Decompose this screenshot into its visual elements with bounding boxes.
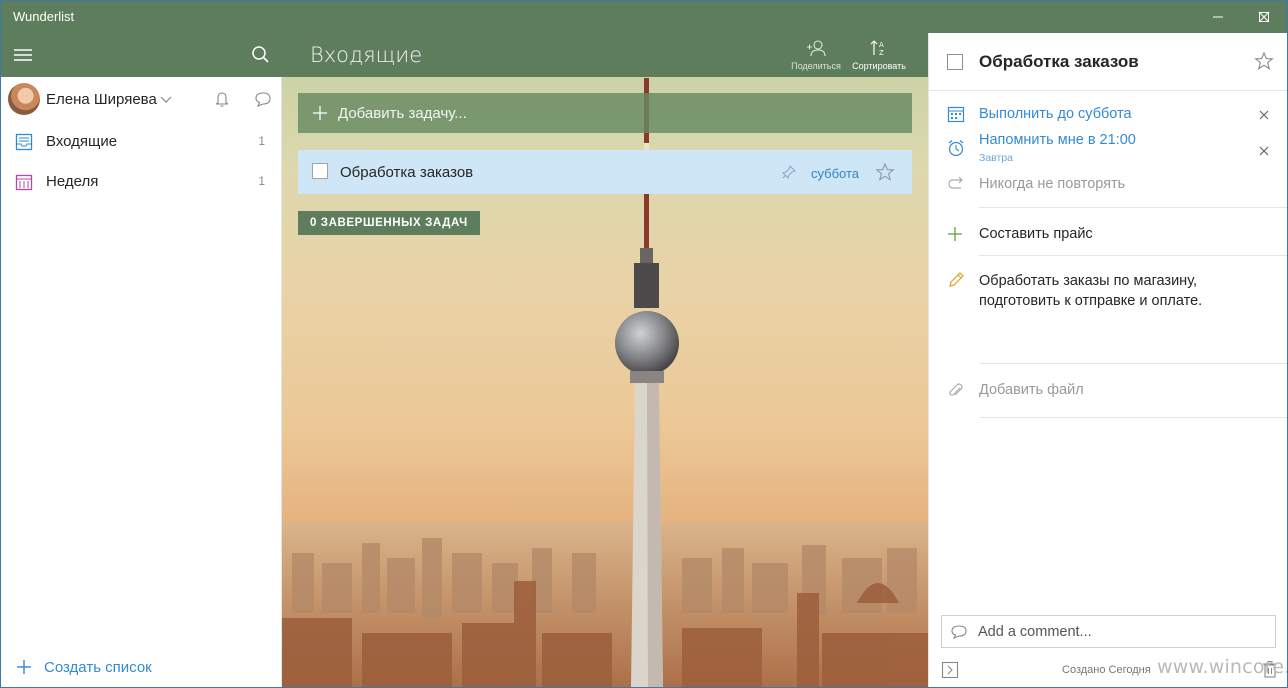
repeat-icon <box>947 176 965 195</box>
app-window: Wunderlist Елена Ширяева Входящие 1 Неде… <box>0 0 1288 688</box>
bell-icon[interactable] <box>212 89 232 109</box>
title-bar: Wunderlist <box>1 1 1287 33</box>
sidebar-item-label: Неделя <box>46 173 99 190</box>
task-detail-panel: Обработка заказов Выполнить до суббота Н… <box>928 33 1287 687</box>
comment-input[interactable] <box>978 622 1268 642</box>
task-row[interactable]: Обработка заказов суббота <box>298 150 912 194</box>
minimize-button[interactable] <box>1195 1 1241 33</box>
task-checkbox[interactable] <box>312 163 328 179</box>
collapse-panel-icon[interactable] <box>941 661 959 682</box>
paperclip-icon <box>947 382 965 403</box>
chat-bubble-icon[interactable] <box>253 89 273 109</box>
sidebar-item-count: 1 <box>258 134 265 148</box>
subtask-label: Составить прайс <box>979 226 1093 242</box>
restore-spacer <box>1149 1 1195 33</box>
note-text: Обработать заказы по магазину, подготови… <box>979 273 1203 309</box>
detail-task-title[interactable]: Обработка заказов <box>979 52 1139 72</box>
add-task-label: Добавить задачу... <box>338 105 467 122</box>
sort-label: Сортировать <box>852 61 906 71</box>
completed-tasks-button[interactable]: 0 ЗАВЕРШЕННЫХ ЗАДАЧ <box>298 211 480 235</box>
avatar[interactable] <box>8 83 40 115</box>
add-file-row[interactable]: Добавить файл <box>929 379 1287 403</box>
subtask-row[interactable]: Составить прайс <box>929 223 1287 247</box>
share-button[interactable]: Поделиться <box>785 39 847 75</box>
close-icon[interactable] <box>1258 108 1270 124</box>
pencil-icon <box>947 271 965 292</box>
sidebar-item-count: 1 <box>258 174 265 188</box>
sort-button[interactable]: AZ Сортировать <box>848 39 910 75</box>
comment-icon <box>950 624 968 643</box>
list-title: Входящие <box>310 43 423 67</box>
repeat-row[interactable]: Никогда не повторять <box>929 173 1287 197</box>
list-header: Входящие Поделиться AZ Сортировать <box>282 33 928 77</box>
divider <box>979 207 1287 208</box>
divider <box>979 255 1287 256</box>
add-file-label: Добавить файл <box>979 382 1084 398</box>
sidebar-item-inbox[interactable]: Входящие 1 <box>1 122 282 162</box>
calendar-icon <box>947 105 965 126</box>
add-task-input[interactable]: Добавить задачу... <box>298 93 912 133</box>
svg-text:A: A <box>879 41 884 49</box>
star-icon[interactable] <box>1254 51 1274 74</box>
reminder-label: Напомнить мне в 21:00 <box>979 132 1136 148</box>
task-list-panel: Входящие Поделиться AZ Сортировать Добав… <box>282 33 928 687</box>
note-row[interactable]: Обработать заказы по магазину, подготови… <box>929 269 1287 359</box>
divider <box>979 417 1287 418</box>
calendar-week-icon <box>15 173 33 194</box>
sidebar: Елена Ширяева Входящие 1 Неделя 1 Создат… <box>1 33 282 687</box>
create-list-button[interactable]: Создать список <box>1 649 282 685</box>
alarm-clock-icon <box>947 139 965 160</box>
sidebar-header <box>1 33 282 77</box>
reminder-sub: Завтра <box>979 152 1014 164</box>
task-due-date: суббота <box>811 166 860 181</box>
user-row[interactable]: Елена Ширяева <box>1 79 282 119</box>
detail-header: Обработка заказов <box>929 33 1287 91</box>
share-person-icon <box>807 40 826 57</box>
sidebar-item-week[interactable]: Неделя 1 <box>1 162 282 202</box>
created-label: Создано Сегодня <box>1062 664 1151 676</box>
inbox-icon <box>15 133 33 154</box>
svg-text:Z: Z <box>879 49 884 57</box>
close-window-button[interactable] <box>1241 1 1287 33</box>
close-icon[interactable] <box>1258 144 1270 160</box>
reminder-row[interactable]: Напомнить мне в 21:00 Завтра <box>929 129 1287 165</box>
user-name: Елена Ширяева <box>46 91 157 108</box>
sidebar-item-label: Входящие <box>46 133 118 150</box>
hamburger-menu-icon[interactable] <box>9 43 37 67</box>
chevron-down-icon[interactable] <box>157 91 175 107</box>
share-label: Поделиться <box>791 61 841 71</box>
star-icon[interactable] <box>875 162 895 185</box>
divider <box>979 363 1287 364</box>
plus-icon <box>15 658 33 679</box>
create-list-label: Создать список <box>44 659 152 676</box>
detail-task-checkbox[interactable] <box>947 54 963 70</box>
due-date-label: Выполнить до суббота <box>979 106 1132 122</box>
pin-icon <box>782 165 796 182</box>
sort-az-icon: AZ <box>870 40 884 57</box>
comment-box[interactable] <box>941 615 1276 648</box>
task-title: Обработка заказов <box>340 164 474 181</box>
watermark: www.wincore.ru <box>1157 656 1287 678</box>
search-icon[interactable] <box>247 43 273 67</box>
plus-icon <box>947 226 963 245</box>
repeat-label: Никогда не повторять <box>979 176 1126 192</box>
window-title: Wunderlist <box>13 9 75 24</box>
plus-icon <box>312 105 328 124</box>
due-date-row[interactable]: Выполнить до суббота <box>929 103 1287 127</box>
